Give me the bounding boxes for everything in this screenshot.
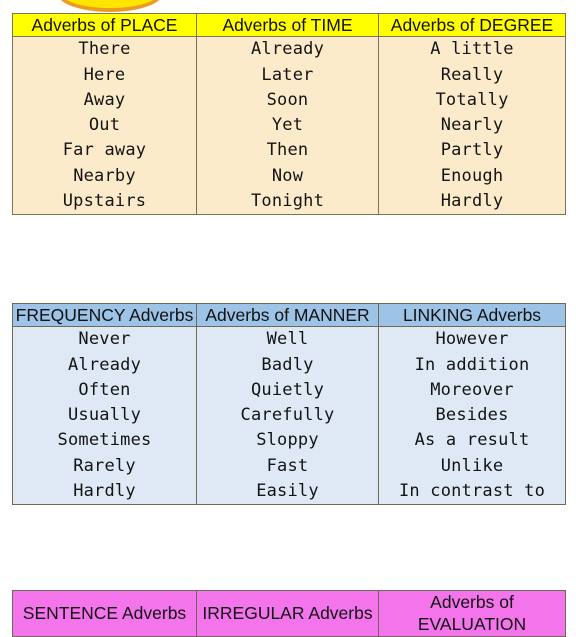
list-item: Tonight xyxy=(250,190,325,211)
table-body-row: There Here Away Out Far away Nearby Upst… xyxy=(12,36,566,216)
list-item: Then xyxy=(266,140,309,161)
list-item: Already xyxy=(67,354,142,375)
column-header-frequency: FREQUENCY Adverbs xyxy=(12,302,197,328)
list-item: Besides xyxy=(435,405,509,426)
word-list-time: Already Later Soon Yet Then Now Tonight xyxy=(196,36,379,216)
partial-oval-badge xyxy=(57,0,163,12)
list-item: Badly xyxy=(261,354,314,375)
list-item: Sloppy xyxy=(256,430,319,451)
list-item: Out xyxy=(88,115,121,136)
list-item: As a result xyxy=(414,430,530,451)
list-item: Hardly xyxy=(73,480,136,501)
word-list-manner: Well Badly Quietly Carefully Sloppy Fast… xyxy=(196,326,379,506)
column-header-degree: Adverbs of DEGREE xyxy=(378,12,566,38)
list-item: Moreover xyxy=(430,379,514,400)
word-list-frequency: Never Already Often Usually Sometimes Ra… xyxy=(12,326,197,506)
list-item: Far away xyxy=(62,140,147,161)
column-header-sentence: SENTENCE Adverbs xyxy=(12,590,197,637)
column-header-manner: Adverbs of MANNER xyxy=(196,302,379,328)
adverbs-table-frequency-manner-linking: FREQUENCY Adverbs Adverbs of MANNER LINK… xyxy=(12,302,566,506)
column-header-linking: LINKING Adverbs xyxy=(378,302,566,328)
word-list-place: There Here Away Out Far away Nearby Upst… xyxy=(12,36,197,216)
list-item: Enough xyxy=(440,165,504,186)
list-item: There xyxy=(78,39,131,60)
list-item: Now xyxy=(271,165,304,186)
table-header-row: SENTENCE Adverbs IRREGULAR Adverbs Adver… xyxy=(12,590,566,637)
word-list-linking: However In addition Moreover Besides As … xyxy=(378,326,566,506)
list-item: Usually xyxy=(67,405,142,426)
list-item: Upstairs xyxy=(62,190,147,211)
list-item: Carefully xyxy=(240,405,335,426)
list-item: Often xyxy=(78,379,131,400)
list-item: Already xyxy=(250,39,325,60)
list-item: Quietly xyxy=(250,379,325,400)
column-header-time: Adverbs of TIME xyxy=(196,12,379,38)
word-list-degree: A little Really Totally Nearly Partly En… xyxy=(378,36,566,216)
list-item: Here xyxy=(83,64,126,85)
adverbs-table-place-time-degree: Adverbs of PLACE Adverbs of TIME Adverbs… xyxy=(12,12,566,216)
table-header-row: FREQUENCY Adverbs Adverbs of MANNER LINK… xyxy=(12,302,566,328)
list-item: In contrast to xyxy=(398,480,546,501)
list-item: Hardly xyxy=(440,190,504,211)
list-item: Yet xyxy=(271,115,304,136)
column-header-evaluation: Adverbs of EVALUATION xyxy=(378,590,566,637)
list-item: Sometimes xyxy=(57,430,152,451)
list-item: Nearly xyxy=(440,115,504,136)
column-header-place: Adverbs of PLACE xyxy=(12,12,197,38)
list-item: Easily xyxy=(256,480,319,501)
list-item: Really xyxy=(440,64,504,85)
list-item: Later xyxy=(261,64,314,85)
list-item: Away xyxy=(83,89,126,110)
table-header-row: Adverbs of PLACE Adverbs of TIME Adverbs… xyxy=(12,12,566,38)
list-item: Totally xyxy=(435,89,509,110)
column-header-irregular: IRREGULAR Adverbs xyxy=(196,590,379,637)
list-item: Never xyxy=(78,329,131,350)
table-body-row: Never Already Often Usually Sometimes Ra… xyxy=(12,326,566,506)
list-item: Well xyxy=(266,329,309,350)
list-item: Nearby xyxy=(73,165,136,186)
list-item: Soon xyxy=(266,89,309,110)
list-item: Fast xyxy=(266,455,309,476)
list-item: Partly xyxy=(440,140,504,161)
list-item: Rarely xyxy=(73,455,136,476)
list-item: In addition xyxy=(414,354,530,375)
list-item: Unlike xyxy=(440,455,504,476)
list-item: However xyxy=(435,329,509,350)
list-item: A little xyxy=(430,39,514,60)
